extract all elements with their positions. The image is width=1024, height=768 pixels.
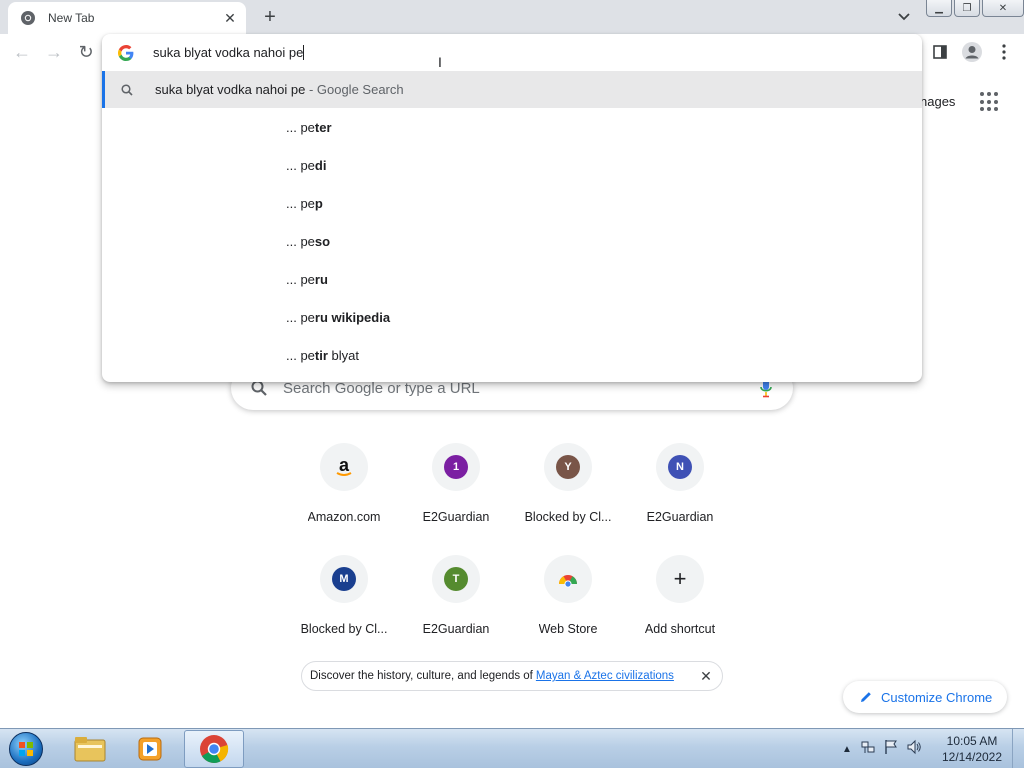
omnibox-input[interactable]: suka blyat vodka nahoi pe: [153, 45, 305, 60]
chrome-icon: [200, 735, 229, 763]
letter-avatar-icon: T: [444, 567, 468, 591]
shortcut-tile[interactable]: 1 E2Guardian: [400, 441, 512, 537]
taskbar-media-player-button[interactable]: [120, 730, 180, 768]
clock-date: 12/14/2022: [941, 750, 1003, 764]
suggestion-suffix: - Google Search: [305, 82, 404, 97]
menu-kebab-icon[interactable]: [992, 40, 1016, 64]
minimize-button[interactable]: ▁: [926, 0, 952, 17]
taskbar-explorer-button[interactable]: [60, 730, 120, 768]
window-controls: ▁ ❐ ✕: [926, 0, 1024, 18]
tab-title: New Tab: [48, 11, 95, 25]
web-store-icon: [544, 555, 592, 603]
omnibox-dropdown: suka blyat vodka nahoi pe I suka blyat v…: [102, 34, 922, 382]
taskbar-chrome-button[interactable]: [184, 730, 244, 768]
media-player-icon: [138, 737, 162, 761]
search-placeholder: Search Google or type a URL: [283, 379, 480, 397]
tab-new-tab[interactable]: New Tab ✕: [8, 2, 246, 34]
letter-avatar-icon: M: [332, 567, 356, 591]
plus-icon: +: [673, 566, 687, 591]
new-tab-button[interactable]: +: [258, 5, 282, 29]
toolbar-right: [928, 40, 1016, 64]
pencil-icon: [859, 690, 873, 704]
taskbar: ▲ 10:05 AM 12/14/2022: [0, 728, 1024, 768]
volume-icon[interactable]: [906, 739, 922, 760]
chrome-favicon-icon: [20, 10, 36, 26]
forward-arrow-icon[interactable]: →: [42, 40, 66, 64]
letter-avatar-icon: N: [668, 455, 692, 479]
shortcut-tile[interactable]: Y Blocked by Cl...: [512, 441, 624, 537]
shortcut-label: E2Guardian: [646, 510, 714, 524]
tab-search-chevron-icon[interactable]: [894, 7, 914, 27]
restore-button[interactable]: ❐: [954, 0, 980, 17]
system-tray: ▲: [842, 729, 922, 768]
close-window-button[interactable]: ✕: [982, 0, 1024, 17]
side-panel-icon[interactable]: [928, 40, 952, 64]
profile-avatar-icon[interactable]: [960, 40, 984, 64]
shortcut-tile[interactable]: Web Store: [512, 553, 624, 649]
suggestion-search-row[interactable]: suka blyat vodka nahoi pe - Google Searc…: [102, 71, 922, 108]
network-icon[interactable]: [860, 739, 876, 760]
close-icon[interactable]: ✕: [698, 668, 714, 684]
suggestion-row[interactable]: ... pe tir blyat: [286, 345, 359, 365]
shortcut-label: Web Store: [538, 622, 598, 636]
suggestion-row[interactable]: ... pe ru wikipedia: [286, 307, 390, 327]
show-hidden-icons-icon[interactable]: ▲: [842, 744, 852, 755]
google-g-icon: [118, 44, 134, 61]
clock-time: 10:05 AM: [946, 734, 998, 748]
promo-text: Discover the history, culture, and legen…: [310, 670, 533, 682]
shortcut-tile[interactable]: T E2Guardian: [400, 553, 512, 649]
shortcut-label: E2Guardian: [422, 622, 490, 636]
promo-link[interactable]: Mayan & Aztec civilizations: [536, 670, 674, 682]
folder-icon: [74, 737, 106, 762]
add-shortcut-button[interactable]: + Add shortcut: [624, 553, 736, 649]
flag-icon[interactable]: [884, 739, 898, 760]
close-tab-icon[interactable]: ✕: [220, 8, 240, 28]
start-button[interactable]: [4, 731, 48, 767]
shortcut-label: E2Guardian: [422, 510, 490, 524]
promo-chip: Discover the history, culture, and legen…: [301, 661, 723, 691]
images-link[interactable]: nages: [920, 94, 955, 109]
svg-text:a: a: [339, 455, 350, 475]
suggestion-row[interactable]: ... pe ru: [286, 269, 328, 289]
suggestion-row[interactable]: ... pe ter: [286, 117, 332, 137]
taskbar-clock[interactable]: 10:05 AM 12/14/2022: [936, 733, 1008, 765]
reload-icon[interactable]: ↻: [74, 40, 98, 64]
amazon-icon: a: [320, 443, 368, 491]
windows-logo-icon: [9, 732, 43, 766]
tab-strip: New Tab ✕ + ▁ ❐ ✕: [0, 0, 1024, 34]
shortcut-tile[interactable]: N E2Guardian: [624, 441, 736, 537]
suggestion-row[interactable]: ... pe so: [286, 231, 330, 251]
search-icon: [119, 82, 135, 98]
shortcut-label: Add shortcut: [644, 622, 716, 636]
address-bar[interactable]: suka blyat vodka nahoi pe: [102, 34, 922, 71]
show-desktop-button[interactable]: [1012, 729, 1024, 768]
suggestion-row[interactable]: ... pe p: [286, 193, 323, 213]
search-icon: [251, 380, 269, 396]
shortcut-label: Amazon.com: [307, 510, 381, 524]
shortcut-tile[interactable]: M Blocked by Cl...: [288, 553, 400, 649]
text-cursor-icon: I: [438, 54, 442, 70]
letter-avatar-icon: 1: [444, 455, 468, 479]
shortcut-label: Blocked by Cl...: [300, 622, 388, 636]
shortcut-label: Blocked by Cl...: [524, 510, 612, 524]
customize-chrome-button[interactable]: Customize Chrome: [843, 681, 1007, 713]
back-arrow-icon[interactable]: ←: [10, 40, 34, 64]
letter-avatar-icon: Y: [556, 455, 580, 479]
google-apps-icon[interactable]: [980, 92, 1000, 112]
shortcuts-grid: a Amazon.com 1 E2Guardian Y Blocked by C…: [288, 441, 736, 649]
suggestion-query: suka blyat vodka nahoi pe: [155, 82, 306, 97]
customize-label: Customize Chrome: [881, 689, 993, 705]
shortcut-tile[interactable]: a Amazon.com: [288, 441, 400, 537]
suggestion-row[interactable]: ... pe di: [286, 155, 326, 175]
